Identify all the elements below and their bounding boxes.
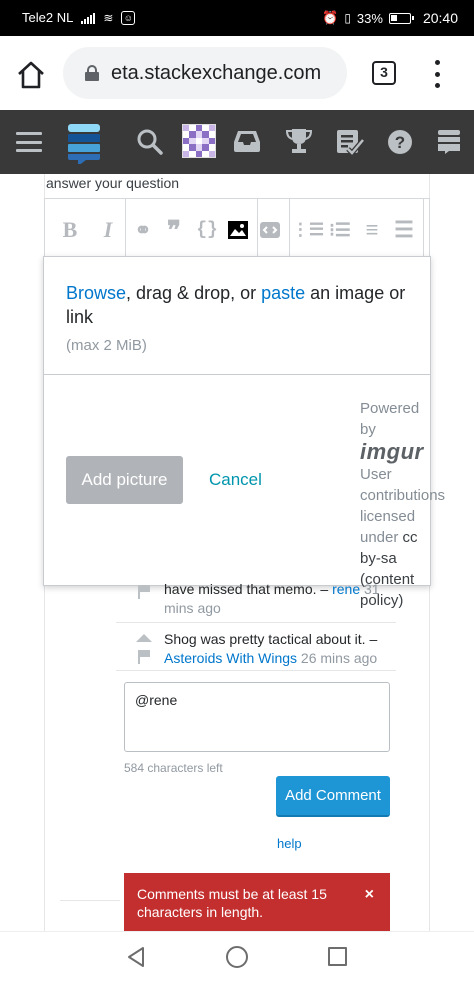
hamburger-menu-icon[interactable] <box>16 132 42 152</box>
paste-link[interactable]: paste <box>261 283 305 303</box>
browser-menu-icon[interactable] <box>433 60 441 88</box>
back-icon[interactable] <box>125 946 147 968</box>
cancel-link[interactable]: Cancel <box>209 470 262 490</box>
bold-icon[interactable]: B <box>57 217 83 243</box>
characters-left-counter: 584 characters left <box>124 761 223 775</box>
code-icon[interactable]: {} <box>194 217 220 243</box>
browse-link[interactable]: Browse <box>66 283 126 303</box>
signal-icon <box>81 12 96 24</box>
browser-toolbar: eta.stackexchange.com 3 <box>0 36 474 110</box>
recent-apps-icon[interactable] <box>328 947 347 966</box>
inbox-icon[interactable] <box>233 129 261 153</box>
review-queue-icon[interactable] <box>336 129 364 155</box>
battery-percent: 33% <box>356 10 383 26</box>
italic-icon[interactable]: I <box>95 217 121 243</box>
app-notification-icon: ☺ <box>121 10 136 25</box>
vibrate-icon: ▯ <box>344 11 351 25</box>
home-circle-icon[interactable] <box>226 946 248 968</box>
link-icon[interactable]: ⚭ <box>130 217 156 243</box>
snippet-icon[interactable] <box>257 217 283 243</box>
upvote-arrow-icon[interactable] <box>136 634 152 642</box>
max-size-note: (max 2 MiB) <box>66 337 147 354</box>
lock-icon <box>85 65 99 81</box>
comment-item: have missed that memo. – rene 31 mins ag… <box>164 581 380 616</box>
user-avatar[interactable] <box>182 124 216 158</box>
imgur-logo[interactable]: imgur <box>360 440 430 464</box>
ordered-list-icon[interactable]: ⋮☰ <box>292 217 324 243</box>
quote-icon[interactable]: ❞ <box>161 215 187 245</box>
url-text: eta.stackexchange.com <box>111 61 322 84</box>
drag-drop-text: , drag & drop, or <box>126 283 262 303</box>
flag-icon[interactable] <box>138 585 150 599</box>
horizontal-rule-icon[interactable]: ☰ <box>391 217 417 243</box>
help-icon[interactable]: ? <box>387 129 413 155</box>
powered-by-label: Powered by <box>360 400 420 438</box>
heading-icon[interactable]: ≡ <box>359 217 385 243</box>
unordered-list-icon[interactable]: ⁝☰ <box>327 217 353 243</box>
help-link[interactable]: help <box>277 836 302 851</box>
image-drop-area[interactable]: Browse, drag & drop, or paste an image o… <box>44 257 430 375</box>
flag-icon[interactable] <box>138 650 150 664</box>
image-icon[interactable] <box>225 217 251 243</box>
carrier-label: Tele2 NL <box>22 10 74 25</box>
image-upload-dialog: Browse, drag & drop, or paste an image o… <box>43 256 445 609</box>
site-topbar: ? <box>0 110 474 174</box>
search-icon[interactable] <box>137 129 163 155</box>
battery-icon <box>388 12 414 24</box>
answer-heading: answer your question <box>46 175 180 191</box>
editor-toolbar: B I ⚭ ❞ {} ⋮☰ ⁝☰ ≡ ☰ <box>44 198 430 259</box>
system-navigation-bar <box>0 931 474 983</box>
comment-user-link[interactable]: Asteroids With Wings <box>164 650 297 666</box>
status-bar: Tele2 NL ≋ ☺ ⏰ ▯ 33% 20:40 <box>0 0 474 36</box>
home-icon[interactable] <box>16 60 46 90</box>
page-content: answer your question B I ⚭ ❞ {} ⋮☰ ⁝☰ ≡ … <box>0 174 474 931</box>
wifi-icon: ≋ <box>103 10 114 25</box>
add-comment-button[interactable]: Add Comment <box>276 776 390 817</box>
add-picture-button[interactable]: Add picture <box>66 456 183 504</box>
close-icon[interactable]: × <box>365 886 374 904</box>
achievements-trophy-icon[interactable] <box>286 127 312 155</box>
address-bar[interactable]: eta.stackexchange.com <box>63 47 347 99</box>
svg-text:?: ? <box>395 133 405 152</box>
comment-item: Shog was pretty tactical about it. – Ast… <box>164 631 378 666</box>
section-divider <box>60 900 120 901</box>
comment-input[interactable] <box>124 682 390 752</box>
stackexchange-logo-icon[interactable] <box>66 122 102 164</box>
error-message: Comments must be at least 15 characters … <box>137 886 327 920</box>
clock: 20:40 <box>422 10 458 26</box>
error-toast: Comments must be at least 15 characters … <box>124 873 390 931</box>
comment-divider <box>116 670 396 671</box>
comment-timestamp: 26 mins ago <box>297 650 378 666</box>
site-switcher-icon[interactable] <box>437 129 461 155</box>
comment-divider <box>116 622 396 623</box>
tab-switcher-button[interactable]: 3 <box>372 61 396 85</box>
alarm-icon: ⏰ <box>322 10 339 25</box>
comment-user-link[interactable]: rene <box>332 581 360 597</box>
